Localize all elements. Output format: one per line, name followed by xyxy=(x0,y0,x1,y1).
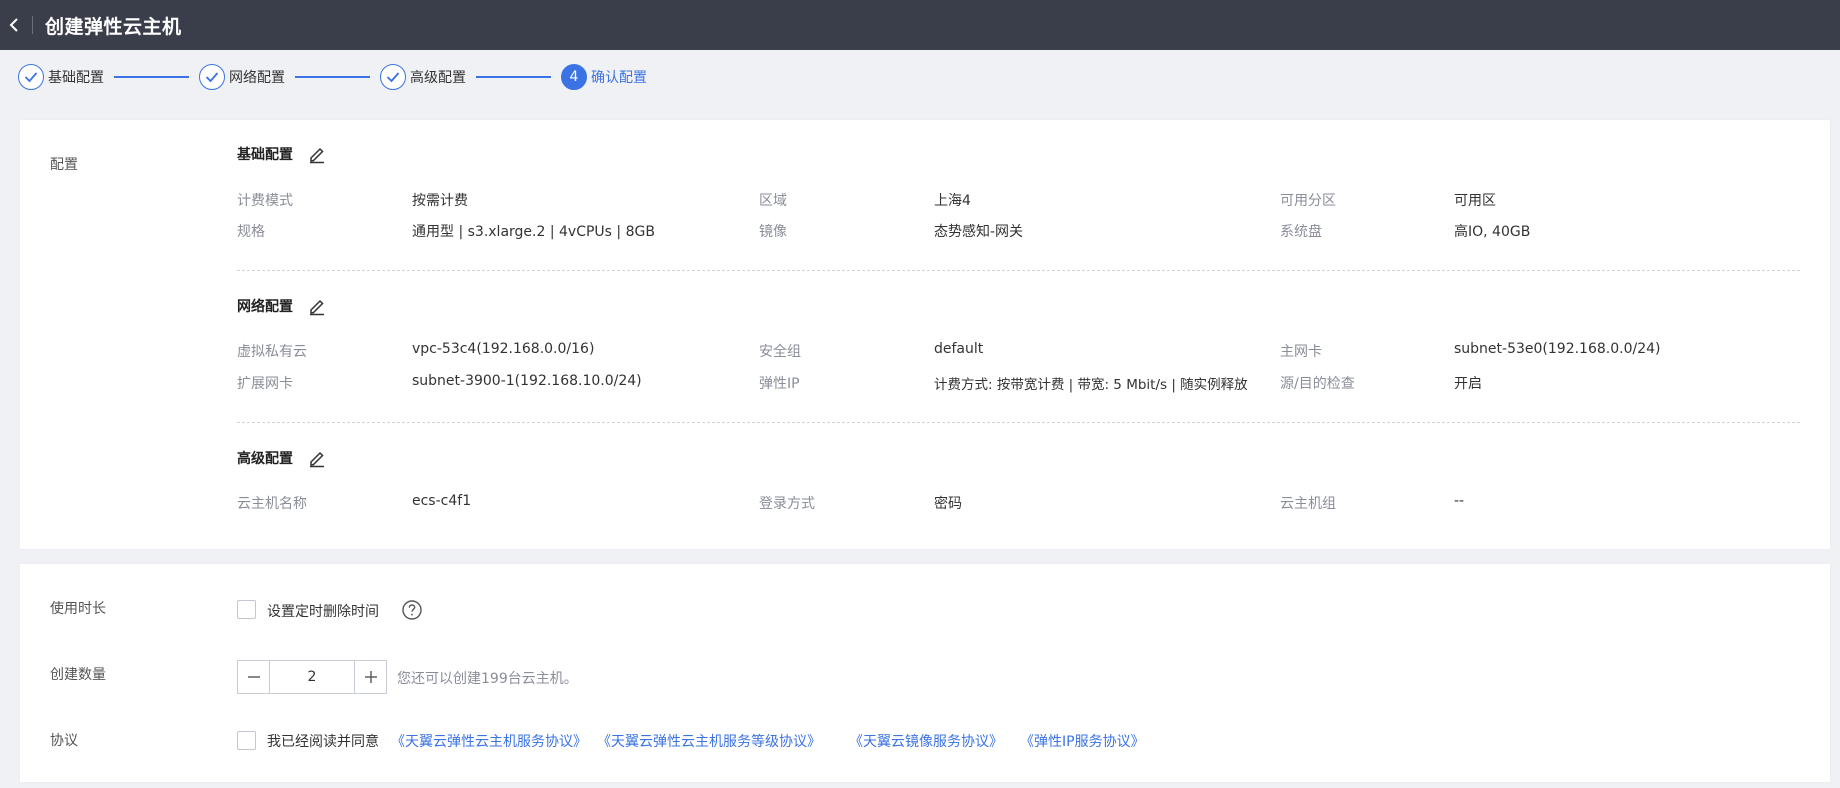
eip-key: 弹性IP xyxy=(759,376,800,392)
link-ecs-service-agreement[interactable]: 《天翼云弹性云主机服务协议》 xyxy=(391,731,587,751)
billing-mode-key: 计费模式 xyxy=(237,193,293,209)
step-connector xyxy=(114,76,189,78)
check-icon xyxy=(380,64,406,90)
order-options-card: 使用时长 设置定时删除时间 创建数量 您还可以创建199台云主机。 协议 我已经… xyxy=(20,564,1830,782)
agreement-label: 协议 xyxy=(50,733,78,749)
src-dst-check-key: 源/目的检查 xyxy=(1280,376,1355,392)
step-number: 4 xyxy=(561,64,587,90)
group-title: 高级配置 xyxy=(237,451,293,467)
pencil-icon xyxy=(310,147,324,164)
group-title: 网络配置 xyxy=(237,299,293,315)
image-key: 镜像 xyxy=(759,224,787,240)
timed-delete-checkbox[interactable] xyxy=(237,600,256,619)
quantity-hint: 您还可以创建199台云主机。 xyxy=(397,671,578,687)
src-dst-check-value: 开启 xyxy=(1454,376,1482,392)
edit-advanced-button[interactable] xyxy=(307,448,327,468)
advanced-config-header: 高级配置 xyxy=(237,448,327,468)
eip-value: 计费方式: 按带宽计费 | 带宽: 5 Mbit/s | 随实例释放 xyxy=(934,377,1248,393)
title-separator xyxy=(32,16,33,34)
agreement-prefix: 我已经阅读并同意 xyxy=(267,734,379,750)
increment-button[interactable] xyxy=(354,661,386,693)
plus-icon xyxy=(364,671,377,683)
step-basic[interactable]: 基础配置 xyxy=(18,64,104,90)
link-eip-service-agreement[interactable]: 《弹性IP服务协议》 xyxy=(1020,731,1145,751)
step-label: 高级配置 xyxy=(410,70,466,86)
step-label: 确认配置 xyxy=(591,70,647,86)
link-image-service-agreement[interactable]: 《天翼云镜像服务协议》 xyxy=(849,731,1003,751)
step-connector xyxy=(476,76,551,78)
image-value: 态势感知-网关 xyxy=(934,224,1024,240)
step-label: 网络配置 xyxy=(229,70,285,86)
ext-nic-value: subnet-3900-1(192.168.10.0/24) xyxy=(412,373,642,389)
ext-nic-key: 扩展网卡 xyxy=(237,376,293,392)
step-label: 基础配置 xyxy=(48,70,104,86)
minus-icon xyxy=(247,676,260,678)
basic-config-header: 基础配置 xyxy=(237,144,327,164)
region-value: 上海4 xyxy=(934,193,971,209)
edit-basic-button[interactable] xyxy=(307,144,327,164)
instance-name-key: 云主机名称 xyxy=(237,496,307,512)
security-group-key: 安全组 xyxy=(759,344,801,360)
page-title: 创建弹性云主机 xyxy=(45,15,182,38)
chevron-left-icon xyxy=(9,18,18,32)
step-connector xyxy=(295,76,370,78)
pencil-icon xyxy=(310,299,324,316)
divider xyxy=(237,270,1800,271)
quantity-stepper xyxy=(237,660,387,694)
network-config-header: 网络配置 xyxy=(237,296,327,316)
question-icon xyxy=(402,600,422,620)
quantity-label: 创建数量 xyxy=(50,667,106,683)
timed-delete-label: 设置定时删除时间 xyxy=(267,604,379,620)
quantity-input[interactable] xyxy=(270,661,354,693)
link-ecs-sla[interactable]: 《天翼云弹性云主机服务等级协议》 xyxy=(597,731,821,751)
az-value: 可用区 xyxy=(1454,193,1496,209)
login-method-value: 密码 xyxy=(934,496,962,512)
duration-label: 使用时长 xyxy=(50,601,106,617)
decrement-button[interactable] xyxy=(238,661,270,693)
step-confirm: 4 确认配置 xyxy=(561,64,647,90)
vpc-key: 虚拟私有云 xyxy=(237,344,307,360)
agreement-checkbox[interactable] xyxy=(237,731,256,750)
spec-value: 通用型 | s3.xlarge.2 | 4vCPUs | 8GB xyxy=(412,224,655,240)
primary-nic-key: 主网卡 xyxy=(1280,344,1322,360)
config-section-label: 配置 xyxy=(50,157,78,173)
login-method-key: 登录方式 xyxy=(759,496,815,512)
disk-value: 高IO, 40GB xyxy=(1454,224,1531,240)
step-network[interactable]: 网络配置 xyxy=(199,64,285,90)
back-button[interactable] xyxy=(0,0,28,50)
wizard-steps: 基础配置 网络配置 高级配置 4 确认配置 xyxy=(18,62,647,92)
edit-network-button[interactable] xyxy=(307,296,327,316)
disk-key: 系统盘 xyxy=(1280,224,1322,240)
instance-group-key: 云主机组 xyxy=(1280,496,1336,512)
az-key: 可用分区 xyxy=(1280,193,1336,209)
billing-mode-value: 按需计费 xyxy=(412,193,468,209)
check-icon xyxy=(18,64,44,90)
step-advanced[interactable]: 高级配置 xyxy=(380,64,466,90)
help-button[interactable] xyxy=(401,599,423,621)
divider xyxy=(237,422,1800,423)
security-group-value: default xyxy=(934,341,984,357)
region-key: 区域 xyxy=(759,193,787,209)
instance-group-value: -- xyxy=(1454,493,1465,509)
vpc-value: vpc-53c4(192.168.0.0/16) xyxy=(412,341,595,357)
spec-key: 规格 xyxy=(237,224,265,240)
group-title: 基础配置 xyxy=(237,147,293,163)
check-icon xyxy=(199,64,225,90)
top-bar: 创建弹性云主机 xyxy=(0,0,1840,50)
instance-name-value: ecs-c4f1 xyxy=(412,493,472,509)
pencil-icon xyxy=(310,451,324,468)
primary-nic-value: subnet-53e0(192.168.0.0/24) xyxy=(1454,341,1661,357)
config-summary-card: 配置 基础配置 计费模式 按需计费 区域 上海4 可用分区 可用区 规格 通用型… xyxy=(20,120,1830,549)
